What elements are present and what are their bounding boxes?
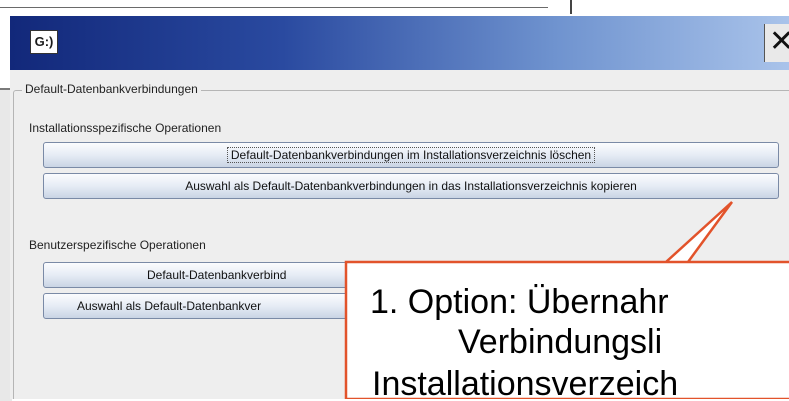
callout-text: 1. Option: Übernahr Verbindungsli Instal… [346, 260, 789, 400]
callout-line-3: Installationsverzeich [372, 365, 679, 400]
callout-line-2: Verbindungsli [458, 323, 663, 361]
callout-line-1: 1. Option: Übernahr [370, 283, 669, 321]
